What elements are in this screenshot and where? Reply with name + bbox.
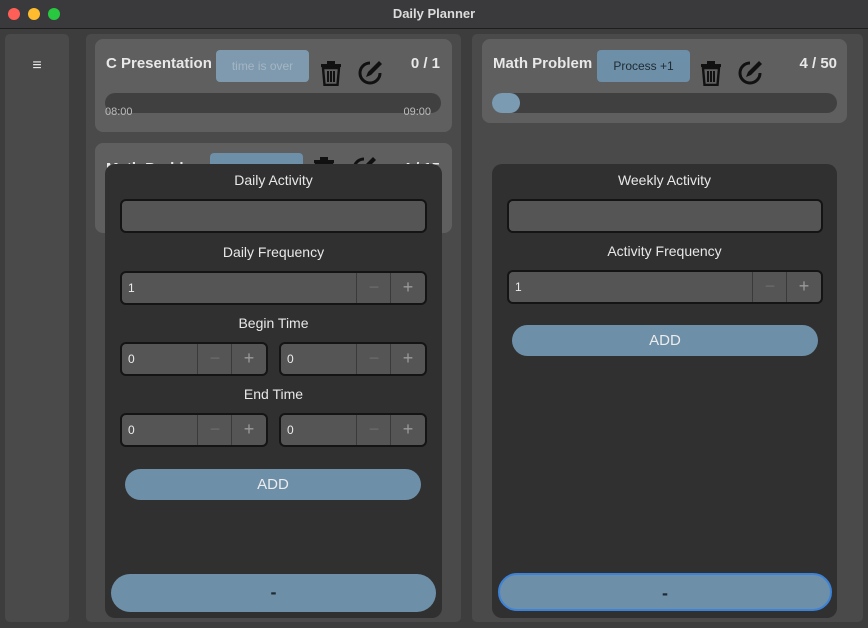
increment-button[interactable]: +	[390, 415, 425, 445]
begin-hour-value: 0	[128, 352, 135, 366]
activity-title: Math Problem	[493, 55, 593, 72]
process-button[interactable]: Process +1	[597, 50, 690, 82]
weekly-column: Math Problem Process +1 4 / 50 Weekly Ac…	[472, 34, 863, 622]
activity-title: C Presentation	[106, 55, 212, 72]
weekly-activity-label: Weekly Activity	[617, 172, 712, 188]
increment-button[interactable]: +	[390, 344, 425, 374]
decrement-button[interactable]: −	[356, 273, 391, 303]
add-daily-button[interactable]: ADD	[125, 469, 421, 500]
begin-minute-value: 0	[287, 352, 294, 366]
end-minute-stepper[interactable]: 0 − +	[279, 413, 427, 447]
edit-icon[interactable]	[737, 60, 763, 86]
begin-minute-stepper[interactable]: 0 − +	[279, 342, 427, 376]
start-time: 08:00	[105, 106, 133, 118]
title-bar: Daily Planner	[0, 0, 868, 29]
decrement-button[interactable]: −	[752, 272, 787, 302]
frequency-value: 1	[515, 280, 522, 294]
decrement-button[interactable]: −	[356, 344, 391, 374]
progress-fill	[492, 93, 520, 113]
activity-count: 0 / 1	[410, 55, 440, 72]
close-panel-button[interactable]: -	[498, 573, 832, 611]
weekly-activity-panel: Weekly Activity Activity Frequency 1 − +…	[492, 164, 837, 618]
daily-frequency-label: Daily Frequency	[222, 244, 325, 260]
activity-frequency-stepper[interactable]: 1 − +	[507, 270, 823, 304]
close-panel-button[interactable]: -	[111, 574, 436, 612]
activity-card: Math Problem Process +1 4 / 50	[482, 39, 847, 123]
weekly-activity-input[interactable]	[507, 199, 823, 233]
sidebar: ≡	[5, 34, 69, 622]
increment-button[interactable]: +	[390, 273, 425, 303]
end-hour-value: 0	[128, 423, 135, 437]
activity-frequency-label: Activity Frequency	[607, 243, 722, 259]
begin-hour-stepper[interactable]: 0 − +	[120, 342, 268, 376]
add-weekly-button[interactable]: ADD	[512, 325, 818, 356]
activity-card: C Presentation time is over 0 / 1 08:00 …	[95, 39, 452, 132]
edit-icon[interactable]	[357, 60, 383, 86]
daily-frequency-stepper[interactable]: 1 − +	[120, 271, 427, 305]
progress-bar	[105, 93, 441, 113]
end-minute-value: 0	[287, 423, 294, 437]
progress-bar	[492, 93, 837, 113]
decrement-button[interactable]: −	[197, 415, 232, 445]
activity-count: 4 / 50	[799, 55, 837, 72]
trash-icon[interactable]	[318, 60, 344, 87]
window-title: Daily Planner	[392, 6, 476, 21]
daily-activity-input[interactable]	[120, 199, 427, 233]
increment-button[interactable]: +	[231, 344, 266, 374]
end-time-label: End Time	[243, 386, 304, 402]
time-is-over-button[interactable]: time is over	[216, 50, 309, 82]
end-time: 09:00	[403, 106, 431, 118]
decrement-button[interactable]: −	[197, 344, 232, 374]
daily-activity-label: Daily Activity	[234, 172, 313, 188]
hamburger-menu-icon[interactable]: ≡	[25, 55, 49, 77]
daily-activity-panel: Daily Activity Daily Frequency 1 − + Beg…	[105, 164, 442, 618]
daily-column: C Presentation time is over 0 / 1 08:00 …	[86, 34, 461, 622]
trash-icon[interactable]	[698, 60, 724, 87]
increment-button[interactable]: +	[786, 272, 821, 302]
decrement-button[interactable]: −	[356, 415, 391, 445]
frequency-value: 1	[128, 281, 135, 295]
end-hour-stepper[interactable]: 0 − +	[120, 413, 268, 447]
begin-time-label: Begin Time	[238, 315, 309, 331]
increment-button[interactable]: +	[231, 415, 266, 445]
app-window: ≡ C Presentation time is over 0 / 1 08:0…	[0, 29, 868, 628]
